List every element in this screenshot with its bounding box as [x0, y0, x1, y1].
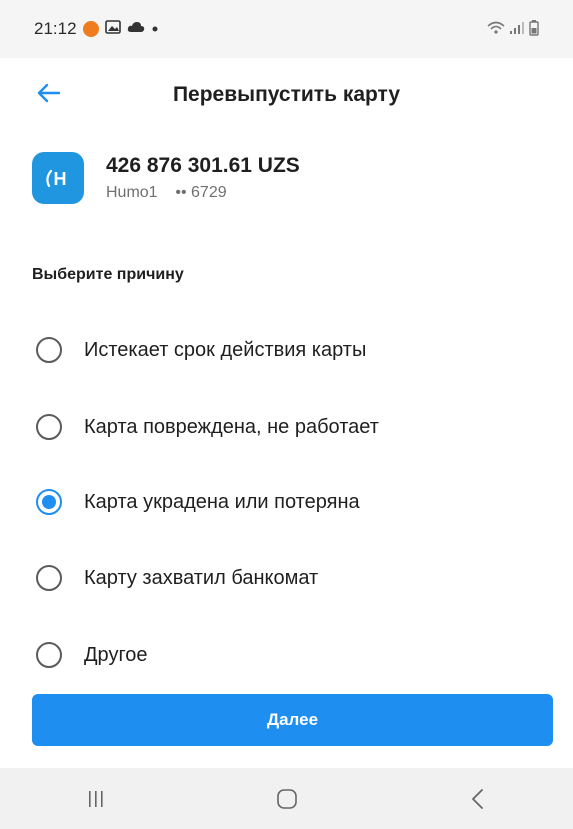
- arrow-left-icon: [37, 83, 61, 103]
- reason-option-label: Истекает срок действия карты: [84, 338, 367, 361]
- recent-apps-button[interactable]: [66, 779, 126, 819]
- app-notification-icon: [82, 21, 99, 37]
- reason-option-label: Карту захватил банкомат: [84, 566, 319, 589]
- logo-letter: H: [54, 169, 67, 189]
- page-title: Перевыпустить карту: [172, 83, 401, 106]
- reason-option-other[interactable]: Другое: [0, 623, 573, 687]
- reason-option-label: Карта украдена или потеряна: [84, 490, 360, 513]
- humo-logo-icon: H: [32, 152, 84, 204]
- home-button[interactable]: [257, 779, 317, 819]
- image-icon: [104, 19, 121, 39]
- radio-button[interactable]: [36, 414, 62, 440]
- card-summary: H 426 876 301.61 UZS Humo1 •• 6729: [32, 152, 300, 204]
- status-bar: 21:12: [0, 0, 573, 58]
- radio-button[interactable]: [36, 337, 62, 363]
- cloud-icon: [127, 20, 145, 38]
- status-icons-left: [82, 19, 159, 39]
- reason-option-label: Другое: [84, 643, 148, 666]
- recent-apps-icon: [88, 790, 103, 807]
- reason-option-damaged[interactable]: Карта повреждена, не работает: [0, 395, 573, 459]
- reason-option-expiring[interactable]: Истекает срок действия карты: [0, 318, 573, 382]
- home-icon: [276, 788, 297, 809]
- wifi-icon: [487, 21, 505, 38]
- system-back-button[interactable]: [448, 779, 508, 819]
- signal-icon: [509, 21, 525, 38]
- radio-button[interactable]: [36, 642, 62, 668]
- radio-button-selected[interactable]: [36, 489, 62, 515]
- header: Перевыпустить карту: [0, 58, 573, 132]
- system-nav-bar: [0, 768, 573, 829]
- card-subtitle: Humo1 •• 6729: [106, 184, 300, 202]
- status-time: 21:12: [34, 19, 77, 38]
- next-button[interactable]: Далее: [32, 694, 553, 746]
- reason-option-label: Карта повреждена, не работает: [84, 415, 379, 438]
- back-button[interactable]: [34, 78, 64, 108]
- card-name: Humo1: [106, 184, 158, 201]
- reason-option-atm-captured[interactable]: Карту захватил банкомат: [0, 546, 573, 610]
- card-text: 426 876 301.61 UZS Humo1 •• 6729: [106, 154, 300, 202]
- status-icons-right: [487, 19, 539, 39]
- card-balance: 426 876 301.61 UZS: [106, 154, 300, 177]
- back-icon: [471, 788, 483, 809]
- dot-icon: [151, 20, 159, 38]
- battery-icon: [529, 19, 539, 39]
- radio-button[interactable]: [36, 565, 62, 591]
- reason-option-stolen-lost[interactable]: Карта украдена или потеряна: [0, 470, 573, 534]
- reason-section-label: Выберите причину: [32, 266, 184, 283]
- card-masked-number: •• 6729: [175, 184, 227, 201]
